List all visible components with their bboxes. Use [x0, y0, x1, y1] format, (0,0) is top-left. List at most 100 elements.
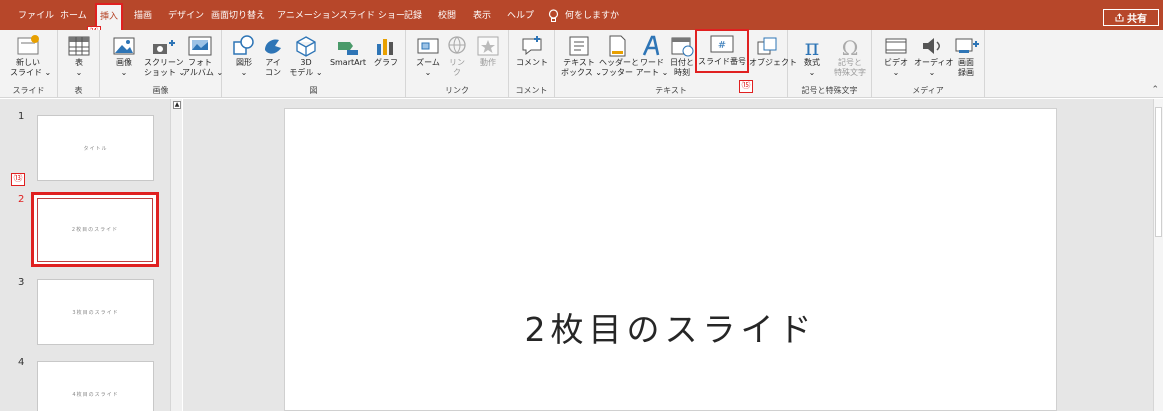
tab-file[interactable]: ファイル [18, 9, 54, 23]
thumbnail-text: 3枚目のスライド [72, 309, 119, 316]
scroll-up-icon[interactable]: ▲ [173, 101, 181, 109]
slide-canvas[interactable]: 2枚目のスライド [284, 108, 1057, 411]
slide-thumbnail[interactable]: タイトル [37, 115, 154, 181]
video-button[interactable]: ビデオ ⌄ [880, 32, 912, 84]
wordart-button[interactable]: ワード アート ⌄ [635, 32, 669, 84]
tab-review[interactable]: 校閲 [438, 9, 456, 23]
3d-models-button[interactable]: 3D モデル ⌄ [288, 32, 324, 84]
tell-me-search[interactable]: 何をしますか [548, 9, 619, 23]
group-label-images: 画像 [152, 86, 169, 95]
thumbnail-text: 2枚目のスライド [71, 227, 119, 233]
calendar-icon [671, 37, 694, 57]
link-button[interactable]: リン ク [442, 32, 472, 84]
group-links: ズーム ⌄ リン ク 動作 リンク [406, 30, 509, 98]
svg-text:π: π [805, 36, 819, 58]
action-button[interactable]: 動作 [472, 32, 504, 84]
thumbnail-text: 4枚目のスライド [72, 391, 119, 398]
header-footer-icon [609, 35, 626, 57]
smartart-button[interactable]: SmartArt [326, 32, 370, 84]
new-slide-button[interactable]: 新しい スライド ⌄ [10, 32, 51, 84]
zoom-icon [417, 38, 439, 54]
audio-button[interactable]: オーディオ ⌄ [914, 32, 953, 84]
group-label-illustrations: 図 [309, 86, 318, 95]
symbol-button[interactable]: Ω 記号と 特殊文字 [831, 32, 869, 84]
comment-button[interactable]: コメント [514, 32, 550, 84]
chart-button[interactable]: グラフ [368, 32, 404, 84]
slide-thumbnail-selected[interactable]: 2枚目のスライド [31, 192, 159, 267]
photo-album-icon [188, 36, 212, 56]
globe-link-icon [448, 36, 466, 54]
group-comments: コメント コメント [509, 30, 555, 98]
shapes-button[interactable]: 図形 ⌄ [226, 32, 262, 84]
slide-number-button[interactable]: # スライド番号 [695, 29, 749, 73]
group-label-symbols: 記号と特殊文字 [801, 86, 858, 95]
comment-icon [522, 36, 542, 56]
scrollbar-thumb[interactable] [1155, 107, 1162, 237]
share-label: 共有 [1127, 14, 1147, 25]
object-icon [757, 37, 777, 55]
tab-view[interactable]: 表示 [473, 9, 491, 23]
search-label: 何をしますか [565, 11, 620, 21]
thumbnail-list: 1 タイトル ⑬ 2 2枚目のスライド 3 3枚目のスライド 4 4枚目のスライ… [0, 99, 168, 411]
group-table: 表 ⌄ 表 [58, 30, 100, 98]
star-action-icon [477, 36, 499, 56]
share-icon [1115, 13, 1124, 22]
svg-text:#: # [718, 40, 726, 51]
bar-chart-icon [377, 39, 393, 55]
tab-slideshow[interactable]: スライド ショー [339, 9, 405, 23]
photo-album-button[interactable]: フォト アルバム ⌄ [182, 32, 223, 84]
thumbnail-text: タイトル [83, 145, 108, 152]
film-icon [885, 38, 907, 54]
thumbnail-frame: 2枚目のスライド [37, 197, 153, 262]
textbox-button[interactable]: テキスト ボックス ⌄ [561, 32, 602, 84]
table-icon [68, 36, 90, 56]
screenshot-button[interactable]: スクリーン ショット ⌄ [144, 32, 185, 84]
slide-number-label: 1 [18, 111, 25, 122]
wordart-icon [642, 35, 660, 56]
ribbon-tab-bar: ファイル ホーム 挿入 描画 デザイン 画面切り替え アニメーション スライド … [0, 0, 1163, 32]
slide-number-icon: # [710, 35, 734, 53]
image-button[interactable]: 画像 ⌄ [106, 32, 142, 84]
ribbon-insert: 新しい スライド ⌄ スライド 表 ⌄ 表 画像 ⌄ スクリーン ショット ⌄ … [0, 29, 1163, 98]
tab-draw[interactable]: 描画 [134, 9, 152, 23]
screen-recording-button[interactable]: 画面 録画 [950, 32, 982, 84]
slide-number-label: 4 [18, 357, 25, 368]
slide-title-text[interactable]: 2枚目のスライド [285, 303, 1056, 351]
callout-15: ⑮ [739, 80, 753, 93]
share-button[interactable]: 共有 [1103, 9, 1159, 26]
table-button[interactable]: 表 ⌄ [61, 32, 97, 84]
zoom-button[interactable]: ズーム ⌄ [410, 32, 446, 84]
new-slide-icon [17, 35, 39, 55]
speaker-icon [923, 38, 940, 54]
pi-icon: π [805, 36, 819, 58]
smartart-icon [338, 42, 358, 55]
date-time-button[interactable]: 日付と 時刻 [667, 32, 697, 84]
group-media: ビデオ ⌄ オーディオ ⌄ 画面 録画 メディア [872, 30, 985, 98]
textbox-icon [569, 36, 589, 56]
tab-home[interactable]: ホーム [60, 9, 87, 23]
slide-thumbnail[interactable]: 4枚目のスライド [37, 361, 154, 411]
equation-button[interactable]: π 数式 ⌄ [795, 32, 829, 84]
group-symbols: π 数式 ⌄ Ω 記号と 特殊文字 記号と特殊文字 [788, 30, 872, 98]
object-button[interactable]: オブジェクト [749, 32, 797, 84]
slide-editor: 2枚目のスライド [183, 99, 1163, 411]
picture-icon [113, 37, 135, 55]
tab-design[interactable]: デザイン [168, 9, 204, 23]
slide-number-label: 3 [18, 277, 25, 288]
collapse-ribbon-icon[interactable]: ⌃ [1151, 85, 1159, 95]
slide-thumbnail[interactable]: 3枚目のスライド [37, 279, 154, 345]
tab-transitions[interactable]: 画面切り替え [211, 9, 265, 23]
group-images: 画像 ⌄ スクリーン ショット ⌄ フォト アルバム ⌄ 画像 [100, 30, 223, 98]
editor-scrollbar[interactable] [1153, 99, 1163, 411]
icons-button[interactable]: アイ コン [258, 32, 288, 84]
tab-animations[interactable]: アニメーション [277, 9, 340, 23]
thumbnail-scrollbar[interactable]: ▲ [170, 99, 182, 411]
group-label-media: メディア [912, 86, 944, 95]
shapes-icon [233, 35, 254, 55]
tab-record[interactable]: 記録 [404, 9, 422, 23]
header-footer-button[interactable]: ヘッダーと フッター [599, 32, 639, 84]
tab-help[interactable]: ヘルプ [507, 9, 534, 23]
callout-13: ⑬ [11, 173, 25, 186]
svg-text:Ω: Ω [842, 36, 859, 58]
screen-recording-icon [955, 38, 979, 53]
